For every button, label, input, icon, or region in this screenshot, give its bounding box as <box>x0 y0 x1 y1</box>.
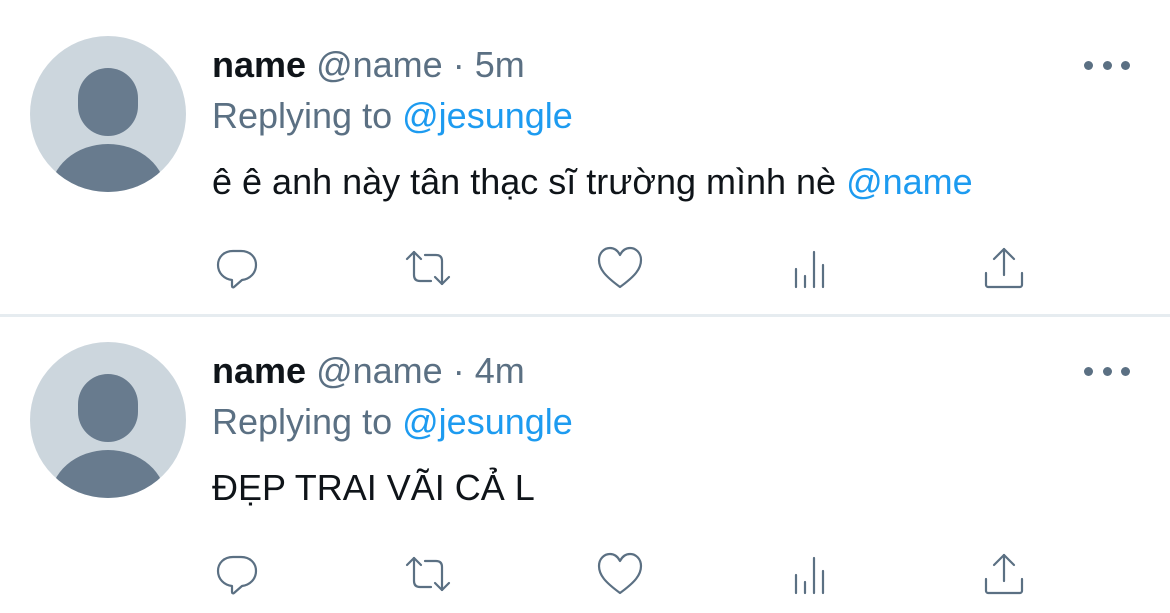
like-button[interactable] <box>590 544 650 604</box>
user-handle[interactable]: @name <box>316 44 443 85</box>
avatar[interactable] <box>30 342 186 498</box>
share-button[interactable] <box>974 544 1034 604</box>
reply-icon <box>216 249 258 289</box>
more-options-icon[interactable] <box>1084 356 1130 386</box>
more-options-icon[interactable] <box>1084 50 1130 80</box>
reply-icon <box>216 555 258 595</box>
separator-dot: · <box>452 350 465 391</box>
dot <box>1121 60 1130 70</box>
tweet-header: name @name · 4m <box>212 348 525 394</box>
reply-button[interactable] <box>207 544 267 604</box>
tweet-body: ĐẸP TRAI VÃI CẢ L <box>212 467 535 508</box>
dot <box>1102 366 1112 376</box>
replying-to-label: Replying to <box>212 95 393 136</box>
tweet-1[interactable]: name @name · 5m Replying to @jesungle ê … <box>0 0 1170 300</box>
action-bar <box>0 238 1170 298</box>
stats-icon <box>794 250 825 289</box>
dot <box>1102 60 1112 70</box>
share-icon <box>984 247 1024 289</box>
dot <box>1121 366 1130 376</box>
retweet-button[interactable] <box>398 238 458 298</box>
retweet-icon <box>405 250 451 286</box>
replying-to-line: Replying to @jesungle <box>212 399 573 445</box>
action-bar <box>0 544 1170 604</box>
tweet-mention[interactable]: @name <box>846 161 973 202</box>
avatar[interactable] <box>30 36 186 192</box>
share-button[interactable] <box>974 238 1034 298</box>
retweet-button[interactable] <box>398 544 458 604</box>
like-icon <box>597 552 643 595</box>
timestamp[interactable]: 5m <box>475 44 525 85</box>
user-handle[interactable]: @name <box>316 350 443 391</box>
share-icon <box>984 553 1024 595</box>
like-button[interactable] <box>590 238 650 298</box>
replying-to-line: Replying to @jesungle <box>212 93 573 139</box>
retweet-icon <box>405 556 451 592</box>
display-name[interactable]: name <box>212 44 306 85</box>
tweet-header: name @name · 5m <box>212 42 525 88</box>
stats-icon <box>794 556 825 595</box>
replying-to-mention[interactable]: @jesungle <box>402 401 573 442</box>
replying-to-label: Replying to <box>212 401 393 442</box>
tweet-text: ê ê anh này tân thạc sĩ trường mình nè @… <box>212 158 973 206</box>
tweet-text: ĐẸP TRAI VÃI CẢ L <box>212 464 535 512</box>
replying-to-mention[interactable]: @jesungle <box>402 95 573 136</box>
display-name[interactable]: name <box>212 350 306 391</box>
tweet-body: ê ê anh này tân thạc sĩ trường mình nè <box>212 161 837 202</box>
stats-button[interactable] <box>782 238 842 298</box>
separator-dot: · <box>452 44 465 85</box>
tweet-2[interactable]: name @name · 4m Replying to @jesungle ĐẸ… <box>0 306 1170 606</box>
dot <box>1084 366 1093 376</box>
dot <box>1084 60 1093 70</box>
stats-button[interactable] <box>782 544 842 604</box>
reply-button[interactable] <box>207 238 267 298</box>
timestamp[interactable]: 4m <box>475 350 525 391</box>
like-icon <box>597 246 643 289</box>
